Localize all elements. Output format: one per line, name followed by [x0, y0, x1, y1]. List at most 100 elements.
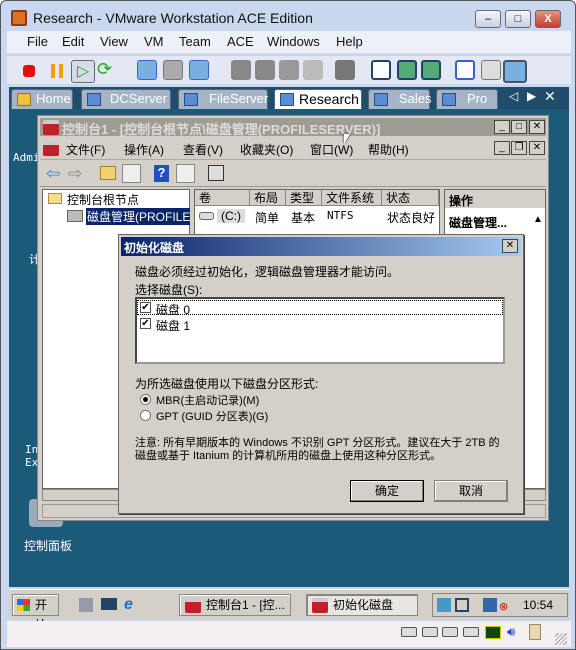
task-initialize-disk[interactable]: 初始化磁盘	[306, 594, 418, 616]
hard-disk-icon[interactable]	[463, 627, 479, 637]
snapshot-revert-icon[interactable]	[163, 60, 183, 80]
cancel-button[interactable]: 取消	[434, 480, 508, 502]
disk-0-checkbox[interactable]: ✔	[140, 302, 151, 313]
child-restore-button[interactable]: ❐	[511, 141, 527, 155]
minimize-button[interactable]: –	[475, 10, 501, 28]
col-status[interactable]: 状态	[382, 190, 439, 206]
appliance-icon[interactable]	[279, 60, 299, 80]
menu-ace[interactable]: ACE	[227, 34, 254, 49]
up-folder-icon[interactable]	[100, 166, 116, 180]
mmc-menu-favorites[interactable]: 收藏夹(O)	[240, 141, 293, 158]
close-button[interactable]: X	[535, 10, 561, 28]
hard-disk-icon[interactable]	[442, 627, 458, 637]
menu-file[interactable]: File	[27, 34, 48, 49]
desktop-icon-control-panel[interactable]: 控制面板	[24, 537, 72, 554]
tree-root[interactable]: 控制台根节点	[67, 191, 139, 208]
reset-icon[interactable]: ⟳	[97, 60, 117, 80]
disk-1-checkbox[interactable]: ✔	[140, 318, 151, 329]
message-log-icon[interactable]	[529, 624, 541, 640]
tab-fileserver[interactable]: FileServer	[178, 89, 268, 109]
list-item[interactable]: ✔ 磁盘 0	[137, 300, 503, 317]
sound-icon[interactable]: 🔊︎	[507, 624, 515, 640]
tab-home[interactable]: Home	[11, 89, 73, 109]
mmc-menu-file[interactable]: 文件(F)	[66, 141, 105, 158]
menu-help[interactable]: Help	[336, 34, 363, 49]
usb-icon[interactable]	[303, 60, 323, 80]
task-label: 初始化磁盘	[333, 598, 394, 612]
menu-team[interactable]: Team	[179, 34, 211, 49]
back-icon[interactable]: ⇦	[46, 164, 60, 184]
properties-icon[interactable]	[208, 165, 224, 181]
hard-disk-icon[interactable]	[422, 627, 438, 637]
tab-dcserver[interactable]: DCServer	[81, 89, 171, 109]
console-view-icon[interactable]	[503, 60, 527, 83]
menu-edit[interactable]: Edit	[62, 34, 84, 49]
tree-disk-management[interactable]: 磁盘管理(PROFILES	[86, 208, 190, 225]
ok-button[interactable]: 确定	[350, 480, 424, 502]
gpt-label[interactable]: GPT (GUID 分区表)(G)	[156, 408, 268, 424]
menu-vm[interactable]: VM	[144, 34, 164, 49]
network-icon[interactable]	[483, 598, 497, 612]
list-item[interactable]: ✔ 磁盘 1	[137, 316, 503, 333]
mmc-menu-action[interactable]: 操作(A)	[124, 141, 164, 158]
snapshot-manager-icon[interactable]	[189, 60, 209, 80]
desktop-icon-administrator[interactable]: Admi	[13, 151, 40, 164]
col-volume[interactable]: 卷	[195, 190, 250, 206]
fullscreen-icon[interactable]	[397, 60, 417, 80]
show-tree-icon[interactable]	[122, 164, 141, 183]
task-mmc[interactable]: 控制台1 - [控...	[179, 594, 291, 616]
sidebar-icon[interactable]	[371, 60, 391, 80]
col-layout[interactable]: 布局	[250, 190, 286, 206]
summary-icon[interactable]	[481, 60, 501, 80]
menu-windows[interactable]: Windows	[267, 34, 320, 49]
mbr-label[interactable]: MBR(主启动记录)(M)	[156, 392, 259, 408]
tab-next-button[interactable]: ▶	[527, 89, 536, 103]
menu-view[interactable]: View	[100, 34, 128, 49]
child-minimize-button[interactable]: _	[494, 141, 510, 155]
tray-icon[interactable]	[437, 598, 451, 612]
team-icon[interactable]	[231, 60, 251, 80]
vmware-tools-icon[interactable]	[455, 598, 469, 612]
ie-icon[interactable]: e	[124, 596, 133, 614]
mmc-maximize-button[interactable]: □	[511, 120, 527, 134]
show-desktop-icon[interactable]	[101, 598, 117, 610]
tab-research[interactable]: Research	[274, 89, 362, 109]
gpt-radio[interactable]	[140, 410, 151, 421]
disk-1-label: 磁盘 1	[156, 319, 191, 333]
pause-icon[interactable]	[51, 64, 63, 78]
stop-icon[interactable]	[23, 65, 35, 77]
table-row[interactable]: (C:) 简单 基本 NTFS 状态良好	[195, 208, 439, 225]
start-button[interactable]: 开始	[12, 594, 59, 632]
tab-sales[interactable]: Sales	[368, 89, 432, 109]
forward-icon[interactable]: ⇨	[68, 164, 82, 184]
server-manager-icon[interactable]	[79, 598, 93, 612]
mmc-menu-view[interactable]: 查看(V)	[183, 141, 223, 158]
quick-switch-icon[interactable]	[421, 60, 441, 80]
maximize-button[interactable]: □	[505, 10, 531, 28]
snapshot-take-icon[interactable]	[137, 60, 157, 80]
tab-close-button[interactable]: ✕	[544, 88, 556, 105]
action-disk-management[interactable]: 磁盘管理...	[449, 214, 507, 231]
play-icon[interactable]: ▷	[71, 60, 95, 83]
help-icon[interactable]: ?	[154, 165, 169, 182]
volume-muted-icon[interactable]: ⊗	[499, 600, 508, 613]
child-close-button[interactable]: ✕	[529, 141, 545, 155]
team-snapshot-icon[interactable]	[255, 60, 275, 80]
tab-pro[interactable]: Pro	[436, 89, 498, 109]
mmc-menu-help[interactable]: 帮助(H)	[368, 141, 409, 158]
tab-prev-button[interactable]: ◁	[509, 89, 518, 103]
resize-grip[interactable]	[555, 633, 567, 645]
network-adapter-icon[interactable]	[485, 626, 501, 639]
mmc-minimize-button[interactable]: _	[494, 120, 510, 134]
show-action-pane-icon[interactable]	[176, 164, 195, 183]
console-icon[interactable]	[335, 60, 355, 80]
hard-disk-icon[interactable]	[401, 627, 417, 637]
collapse-icon[interactable]: ▲	[533, 214, 543, 225]
col-filesystem[interactable]: 文件系统	[322, 190, 382, 206]
col-type[interactable]: 类型	[286, 190, 322, 206]
mbr-radio[interactable]	[140, 394, 151, 405]
dialog-title-bar: 初始化磁盘 ✕	[121, 237, 521, 256]
settings-icon[interactable]	[455, 60, 475, 80]
dialog-close-button[interactable]: ✕	[502, 239, 518, 253]
mmc-close-button[interactable]: ✕	[529, 120, 545, 134]
